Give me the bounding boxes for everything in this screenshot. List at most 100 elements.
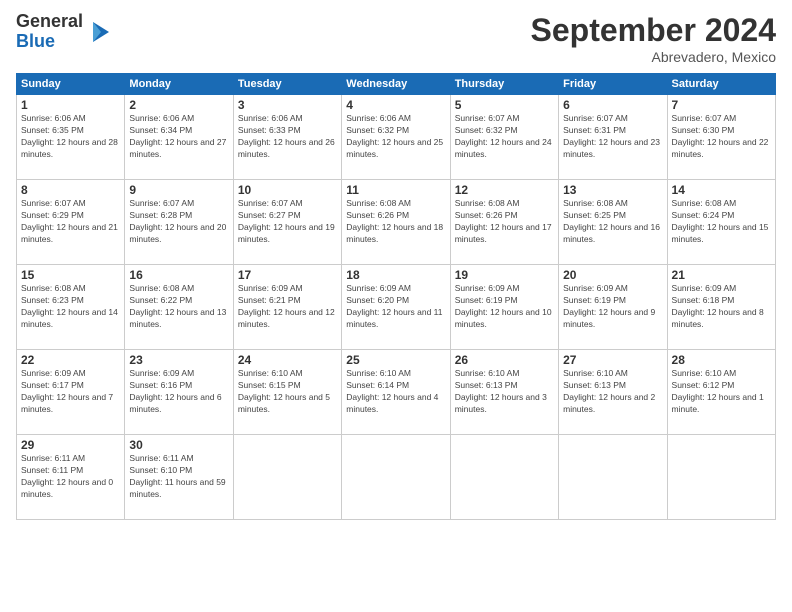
day-number: 19: [455, 268, 554, 282]
calendar-cell: 30 Sunrise: 6:11 AM Sunset: 6:10 PM Dayl…: [125, 435, 233, 520]
calendar-cell: 1 Sunrise: 6:06 AM Sunset: 6:35 PM Dayli…: [17, 95, 125, 180]
week-row-3: 15 Sunrise: 6:08 AM Sunset: 6:23 PM Dayl…: [17, 265, 776, 350]
day-info: Sunrise: 6:08 AM Sunset: 6:22 PM Dayligh…: [129, 283, 228, 331]
sunset-label: Sunset: 6:21 PM: [238, 295, 301, 305]
day-info: Sunrise: 6:11 AM Sunset: 6:10 PM Dayligh…: [129, 453, 228, 501]
daylight-label: Daylight: 12 hours and 18 minutes.: [346, 222, 443, 244]
calendar-cell: 15 Sunrise: 6:08 AM Sunset: 6:23 PM Dayl…: [17, 265, 125, 350]
sunrise-label: Sunrise: 6:09 AM: [238, 283, 303, 293]
sunrise-label: Sunrise: 6:07 AM: [129, 198, 194, 208]
day-number: 2: [129, 98, 228, 112]
day-info: Sunrise: 6:06 AM Sunset: 6:33 PM Dayligh…: [238, 113, 337, 161]
sunset-label: Sunset: 6:14 PM: [346, 380, 409, 390]
sunrise-label: Sunrise: 6:08 AM: [455, 198, 520, 208]
calendar-cell: 23 Sunrise: 6:09 AM Sunset: 6:16 PM Dayl…: [125, 350, 233, 435]
day-number: 24: [238, 353, 337, 367]
sunrise-label: Sunrise: 6:10 AM: [238, 368, 303, 378]
day-info: Sunrise: 6:11 AM Sunset: 6:11 PM Dayligh…: [21, 453, 120, 501]
sunset-label: Sunset: 6:12 PM: [672, 380, 735, 390]
calendar-cell: [342, 435, 450, 520]
day-number: 20: [563, 268, 662, 282]
day-info: Sunrise: 6:10 AM Sunset: 6:13 PM Dayligh…: [563, 368, 662, 416]
day-number: 9: [129, 183, 228, 197]
day-info: Sunrise: 6:07 AM Sunset: 6:32 PM Dayligh…: [455, 113, 554, 161]
day-info: Sunrise: 6:06 AM Sunset: 6:34 PM Dayligh…: [129, 113, 228, 161]
sunset-label: Sunset: 6:27 PM: [238, 210, 301, 220]
sunset-label: Sunset: 6:22 PM: [129, 295, 192, 305]
col-saturday: Saturday: [667, 74, 775, 95]
col-thursday: Thursday: [450, 74, 558, 95]
daylight-label: Daylight: 12 hours and 7 minutes.: [21, 392, 113, 414]
daylight-label: Daylight: 12 hours and 11 minutes.: [346, 307, 442, 329]
calendar-cell: 9 Sunrise: 6:07 AM Sunset: 6:28 PM Dayli…: [125, 180, 233, 265]
day-info: Sunrise: 6:09 AM Sunset: 6:19 PM Dayligh…: [455, 283, 554, 331]
calendar-cell: 2 Sunrise: 6:06 AM Sunset: 6:34 PM Dayli…: [125, 95, 233, 180]
day-info: Sunrise: 6:09 AM Sunset: 6:17 PM Dayligh…: [21, 368, 120, 416]
logo: General Blue: [16, 12, 113, 52]
daylight-label: Daylight: 12 hours and 10 minutes.: [455, 307, 552, 329]
calendar-cell: 7 Sunrise: 6:07 AM Sunset: 6:30 PM Dayli…: [667, 95, 775, 180]
sunrise-label: Sunrise: 6:11 AM: [21, 453, 85, 463]
sunset-label: Sunset: 6:17 PM: [21, 380, 84, 390]
day-info: Sunrise: 6:09 AM Sunset: 6:19 PM Dayligh…: [563, 283, 662, 331]
day-number: 3: [238, 98, 337, 112]
calendar-cell: 4 Sunrise: 6:06 AM Sunset: 6:32 PM Dayli…: [342, 95, 450, 180]
day-number: 30: [129, 438, 228, 452]
col-friday: Friday: [559, 74, 667, 95]
sunset-label: Sunset: 6:26 PM: [346, 210, 409, 220]
day-number: 1: [21, 98, 120, 112]
day-number: 12: [455, 183, 554, 197]
day-number: 7: [672, 98, 771, 112]
day-number: 16: [129, 268, 228, 282]
day-number: 17: [238, 268, 337, 282]
day-info: Sunrise: 6:07 AM Sunset: 6:28 PM Dayligh…: [129, 198, 228, 246]
daylight-label: Daylight: 12 hours and 9 minutes.: [563, 307, 655, 329]
day-info: Sunrise: 6:07 AM Sunset: 6:30 PM Dayligh…: [672, 113, 771, 161]
daylight-label: Daylight: 12 hours and 2 minutes.: [563, 392, 655, 414]
col-monday: Monday: [125, 74, 233, 95]
location: Abrevadero, Mexico: [531, 49, 776, 65]
sunrise-label: Sunrise: 6:10 AM: [563, 368, 628, 378]
daylight-label: Daylight: 12 hours and 4 minutes.: [346, 392, 438, 414]
sunrise-label: Sunrise: 6:09 AM: [346, 283, 411, 293]
day-number: 27: [563, 353, 662, 367]
sunrise-label: Sunrise: 6:07 AM: [672, 113, 737, 123]
daylight-label: Daylight: 12 hours and 0 minutes.: [21, 477, 113, 499]
calendar-cell: 24 Sunrise: 6:10 AM Sunset: 6:15 PM Dayl…: [233, 350, 341, 435]
calendar-cell: 25 Sunrise: 6:10 AM Sunset: 6:14 PM Dayl…: [342, 350, 450, 435]
daylight-label: Daylight: 11 hours and 59 minutes.: [129, 477, 225, 499]
week-row-2: 8 Sunrise: 6:07 AM Sunset: 6:29 PM Dayli…: [17, 180, 776, 265]
day-number: 22: [21, 353, 120, 367]
sunset-label: Sunset: 6:31 PM: [563, 125, 626, 135]
daylight-label: Daylight: 12 hours and 14 minutes.: [21, 307, 118, 329]
sunrise-label: Sunrise: 6:09 AM: [563, 283, 628, 293]
calendar-cell: 21 Sunrise: 6:09 AM Sunset: 6:18 PM Dayl…: [667, 265, 775, 350]
calendar-cell: 3 Sunrise: 6:06 AM Sunset: 6:33 PM Dayli…: [233, 95, 341, 180]
sunrise-label: Sunrise: 6:06 AM: [238, 113, 303, 123]
daylight-label: Daylight: 12 hours and 21 minutes.: [21, 222, 118, 244]
calendar-cell: 13 Sunrise: 6:08 AM Sunset: 6:25 PM Dayl…: [559, 180, 667, 265]
calendar-cell: 5 Sunrise: 6:07 AM Sunset: 6:32 PM Dayli…: [450, 95, 558, 180]
day-info: Sunrise: 6:06 AM Sunset: 6:32 PM Dayligh…: [346, 113, 445, 161]
sunrise-label: Sunrise: 6:09 AM: [21, 368, 86, 378]
sunset-label: Sunset: 6:30 PM: [672, 125, 735, 135]
day-info: Sunrise: 6:08 AM Sunset: 6:26 PM Dayligh…: [455, 198, 554, 246]
calendar-cell: 11 Sunrise: 6:08 AM Sunset: 6:26 PM Dayl…: [342, 180, 450, 265]
week-row-4: 22 Sunrise: 6:09 AM Sunset: 6:17 PM Dayl…: [17, 350, 776, 435]
sunrise-label: Sunrise: 6:08 AM: [563, 198, 628, 208]
sunrise-label: Sunrise: 6:06 AM: [346, 113, 411, 123]
calendar-cell: [559, 435, 667, 520]
day-number: 29: [21, 438, 120, 452]
daylight-label: Daylight: 12 hours and 1 minute.: [672, 392, 764, 414]
col-tuesday: Tuesday: [233, 74, 341, 95]
day-number: 25: [346, 353, 445, 367]
sunset-label: Sunset: 6:13 PM: [563, 380, 626, 390]
calendar-cell: 18 Sunrise: 6:09 AM Sunset: 6:20 PM Dayl…: [342, 265, 450, 350]
day-number: 10: [238, 183, 337, 197]
sunset-label: Sunset: 6:15 PM: [238, 380, 301, 390]
daylight-label: Daylight: 12 hours and 17 minutes.: [455, 222, 552, 244]
day-info: Sunrise: 6:06 AM Sunset: 6:35 PM Dayligh…: [21, 113, 120, 161]
day-number: 4: [346, 98, 445, 112]
sunset-label: Sunset: 6:20 PM: [346, 295, 409, 305]
day-info: Sunrise: 6:10 AM Sunset: 6:13 PM Dayligh…: [455, 368, 554, 416]
